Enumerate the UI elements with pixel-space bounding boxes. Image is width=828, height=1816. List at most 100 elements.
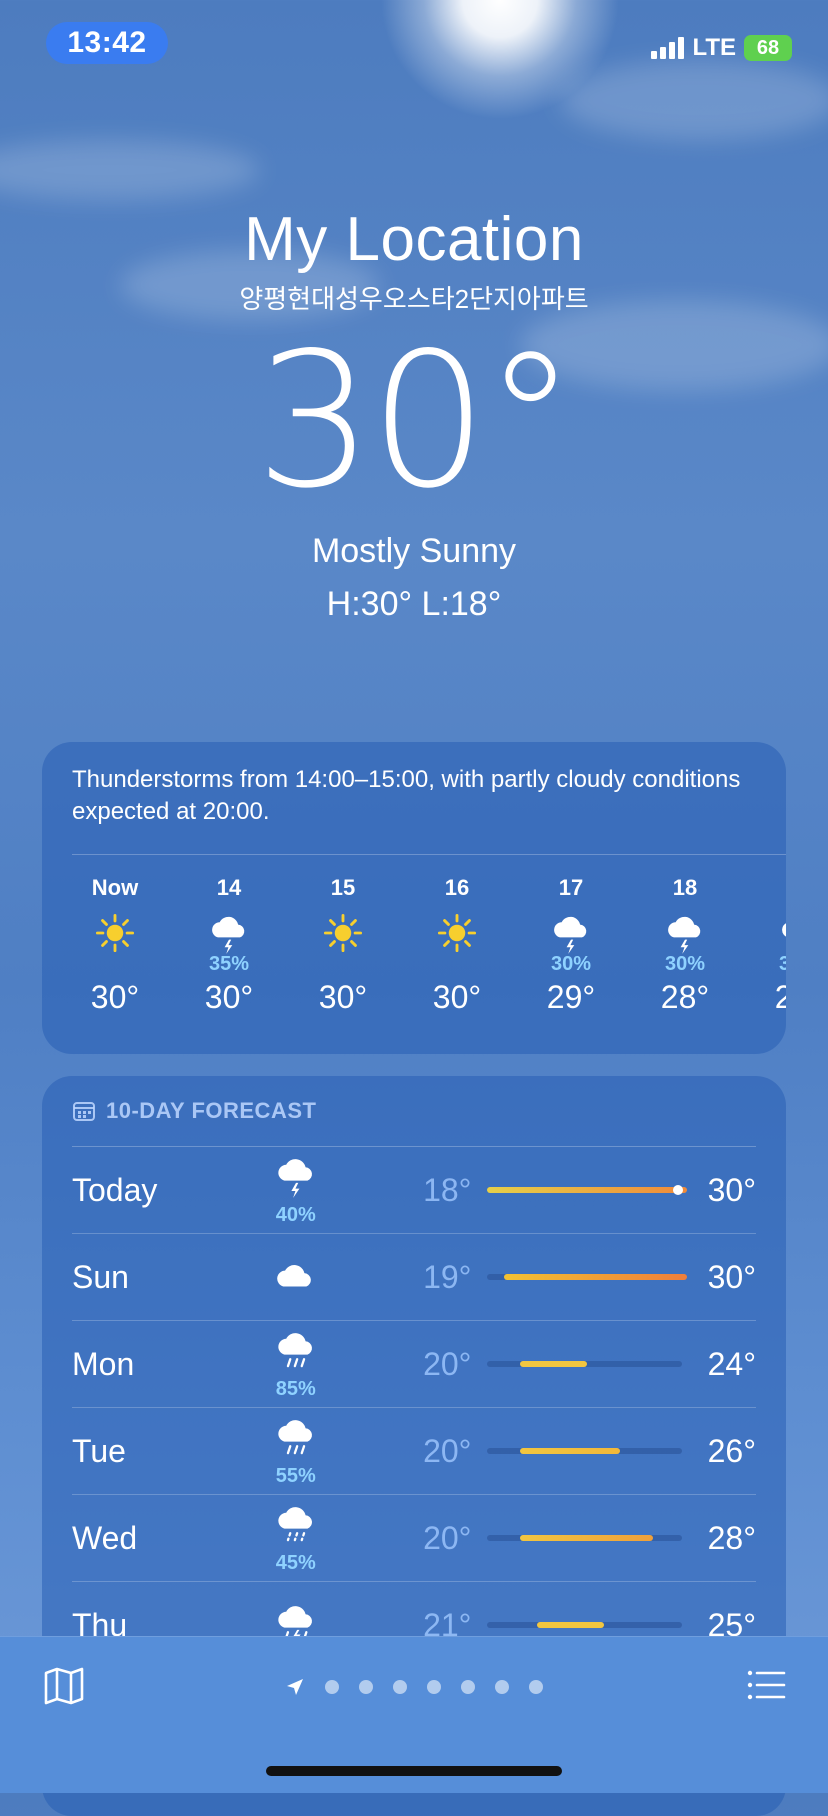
location-arrow-icon[interactable] — [285, 1677, 305, 1697]
temperature-range-bar — [487, 1361, 683, 1367]
day-weather: 45% — [228, 1501, 364, 1575]
day-name: Tue — [72, 1432, 126, 1469]
status-time-pill[interactable]: 13:42 — [46, 22, 168, 64]
day-name: Wed — [72, 1519, 138, 1556]
hour-temperature: 28° — [660, 979, 710, 1015]
temperature-range-fill — [537, 1622, 605, 1628]
day-low: 20° — [423, 1432, 472, 1469]
day-weather: 40% — [228, 1153, 364, 1227]
day-high: 30° — [707, 1171, 756, 1208]
location-subtitle: 양평현대성우오스타2단지아파트 — [239, 284, 589, 314]
hour-temperature: 30° — [90, 979, 140, 1015]
day-low: 20° — [423, 1519, 472, 1556]
hour-temperature: 27° — [774, 979, 786, 1015]
hour-label: 14 — [216, 875, 242, 900]
hourly-item: Now 30° — [58, 875, 172, 1016]
thunderstorm-icon — [628, 913, 742, 954]
temperature-range-fill — [520, 1448, 621, 1454]
day-row[interactable]: Tue 55% 20° 26° — [72, 1408, 756, 1495]
battery-icon: 68 — [744, 35, 792, 61]
day-row[interactable]: Sun 19° 30° — [72, 1234, 756, 1321]
hour-label: 16 — [444, 875, 470, 900]
hourly-scroller[interactable]: Now 30° 14 35% 30° 15 30° 16 30° 17 30% … — [42, 875, 786, 1016]
thunderstorm-icon — [514, 913, 628, 954]
day-row[interactable]: Today 40% 18° 30° — [72, 1147, 756, 1234]
sun-icon — [58, 913, 172, 953]
signal-icon — [651, 37, 685, 59]
thunderstorm-icon — [742, 913, 786, 953]
thunderstorm-icon — [273, 1153, 319, 1204]
page-dot[interactable] — [325, 1680, 339, 1694]
status-indicators: LTE 68 — [651, 34, 792, 62]
precipitation-chance: 55% — [275, 1465, 316, 1487]
temperature-range-bar — [487, 1448, 683, 1454]
cloud-icon — [273, 1252, 319, 1303]
network-label: LTE — [692, 34, 736, 61]
sun-glow — [380, 0, 620, 120]
hourly-item: 19 30% 27° — [742, 875, 786, 1016]
page-dot[interactable] — [529, 1680, 543, 1694]
cloud-streak — [560, 60, 828, 140]
hourly-item: 15 30° — [286, 875, 400, 1016]
precipitation-chance: 30% — [778, 953, 786, 975]
hourly-forecast-card[interactable]: Thunderstorms from 14:00–15:00, with par… — [42, 742, 786, 1054]
hourly-item: 17 30% 29° — [514, 875, 628, 1016]
rain-icon — [273, 1414, 319, 1465]
day-high: 28° — [707, 1519, 756, 1556]
hour-label: Now — [91, 875, 139, 900]
precipitation-chance: 45% — [275, 1552, 316, 1574]
temperature-range-fill — [504, 1274, 688, 1280]
hour-temperature: 29° — [546, 979, 596, 1015]
hour-label: 19 — [742, 875, 786, 903]
temperature-range-bar — [487, 1274, 688, 1280]
page-indicator[interactable] — [0, 1677, 828, 1697]
day-row[interactable]: Mon 85% 20° 24° — [72, 1321, 756, 1408]
drizzle-icon — [273, 1501, 319, 1552]
day-name: Today — [72, 1171, 158, 1208]
calendar-icon — [73, 1102, 95, 1121]
day-high: 24° — [707, 1345, 756, 1382]
day-row[interactable]: Wed 45% 20° 28° — [72, 1495, 756, 1582]
day-low: 20° — [423, 1345, 472, 1382]
location-title: My Location — [244, 205, 584, 274]
day-name: Sun — [72, 1258, 129, 1295]
temperature-range-fill — [520, 1535, 654, 1541]
page-dot[interactable] — [359, 1680, 373, 1694]
day-low: 19° — [423, 1258, 472, 1295]
battery-level: 68 — [756, 36, 780, 59]
page-dot[interactable] — [495, 1680, 509, 1694]
list-icon[interactable] — [746, 1665, 786, 1705]
precipitation-chance: 35% — [208, 953, 250, 975]
page-dot[interactable] — [461, 1680, 475, 1694]
precipitation-chance: 40% — [275, 1204, 316, 1226]
temperature-range-bar — [487, 1535, 683, 1541]
temperature-range-fill — [520, 1361, 588, 1367]
high-low: H:30° L:18° — [326, 585, 502, 623]
hour-label: 17 — [558, 875, 584, 900]
thunderstorm-icon — [172, 913, 286, 954]
precipitation-chance: 85% — [275, 1378, 316, 1400]
day-name: Mon — [72, 1345, 135, 1382]
temperature-range-bar — [487, 1622, 683, 1628]
hourly-item: 18 30% 28° — [628, 875, 742, 1016]
hourly-item: 14 35% 30° — [172, 875, 286, 1016]
day-weather: 85% — [228, 1327, 364, 1401]
hour-label: 18 — [672, 875, 698, 900]
page-dot[interactable] — [393, 1680, 407, 1694]
current-temperature: 30° — [255, 312, 577, 529]
precipitation-chance: 30% — [664, 953, 706, 975]
temperature-range-fill — [487, 1187, 688, 1193]
daily-list: Today 40% 18° 30° Sun 19° 30° Mon 85% 20… — [42, 1147, 786, 1669]
day-high: 30° — [707, 1258, 756, 1295]
page-dot[interactable] — [427, 1680, 441, 1694]
day-high: 26° — [707, 1432, 756, 1469]
sun-icon — [286, 913, 400, 953]
precipitation-chance: 30% — [550, 953, 592, 975]
rain-icon — [273, 1327, 319, 1378]
hour-temperature: 30° — [318, 979, 368, 1015]
hour-temperature: 30° — [432, 979, 482, 1015]
ten-day-header: 10-DAY FORECAST — [42, 1076, 786, 1124]
home-indicator[interactable] — [266, 1766, 562, 1776]
precipitation-chance — [400, 953, 514, 977]
precipitation-chance — [58, 953, 172, 977]
